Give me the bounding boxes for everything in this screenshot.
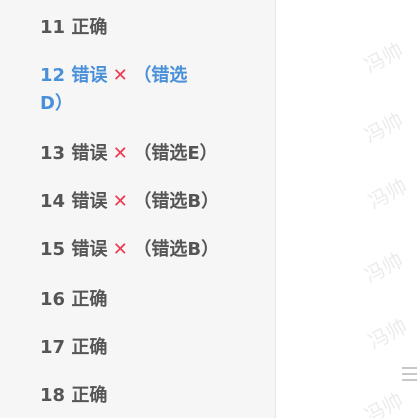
- question-status: 错误: [71, 65, 108, 86]
- wrong-choice-note: （错选B）: [133, 191, 220, 212]
- wrong-x-icon: ✕: [112, 191, 128, 212]
- question-item-17[interactable]: 17 正确: [40, 334, 107, 362]
- question-item-11[interactable]: 11 正确: [40, 14, 107, 42]
- question-status: 正确: [71, 337, 108, 358]
- content-area: 冯帅 冯帅 冯帅 冯帅 冯帅 冯帅: [277, 0, 417, 418]
- watermark: 冯帅: [360, 387, 407, 418]
- watermark: 冯帅: [360, 247, 407, 288]
- question-status: 错误: [71, 239, 108, 260]
- question-list-sidebar: 11 正确 12 错误 ✕ （错选 D） 13 错误 ✕ （错选E） 14 错误 ✕ （错选…: [0, 0, 276, 418]
- wrong-choice-note: （错选B）: [133, 239, 220, 260]
- question-number: 12: [40, 65, 66, 86]
- question-number: 16: [40, 289, 66, 310]
- question-number: 15: [40, 239, 66, 260]
- wrong-x-icon: ✕: [112, 143, 128, 164]
- wrong-choice-note-continued: D）: [40, 93, 73, 114]
- question-status: 错误: [71, 191, 108, 212]
- question-item-16[interactable]: 16 正确: [40, 286, 107, 314]
- question-status: 错误: [71, 143, 108, 164]
- question-item-12[interactable]: 12 错误 ✕ （错选 D）: [40, 62, 187, 118]
- watermark: 冯帅: [364, 173, 411, 214]
- question-item-13[interactable]: 13 错误 ✕ （错选E）: [40, 140, 218, 168]
- watermark: 冯帅: [364, 313, 411, 354]
- question-number: 14: [40, 191, 66, 212]
- menu-icon[interactable]: [402, 367, 417, 385]
- question-number: 13: [40, 143, 66, 164]
- wrong-choice-note: （错选E）: [133, 143, 218, 164]
- question-number: 11: [40, 17, 66, 38]
- watermark: 冯帅: [360, 107, 407, 148]
- question-item-18[interactable]: 18 正确: [40, 382, 107, 410]
- question-number: 17: [40, 337, 66, 358]
- question-status: 正确: [71, 385, 108, 406]
- wrong-choice-note: （错选: [133, 65, 188, 86]
- wrong-x-icon: ✕: [112, 65, 128, 86]
- question-number: 18: [40, 385, 66, 406]
- watermark: 冯帅: [360, 37, 407, 78]
- question-status: 正确: [71, 289, 108, 310]
- wrong-x-icon: ✕: [112, 239, 128, 260]
- question-item-15[interactable]: 15 错误 ✕ （错选B）: [40, 236, 219, 264]
- question-status: 正确: [71, 17, 108, 38]
- question-item-14[interactable]: 14 错误 ✕ （错选B）: [40, 188, 219, 216]
